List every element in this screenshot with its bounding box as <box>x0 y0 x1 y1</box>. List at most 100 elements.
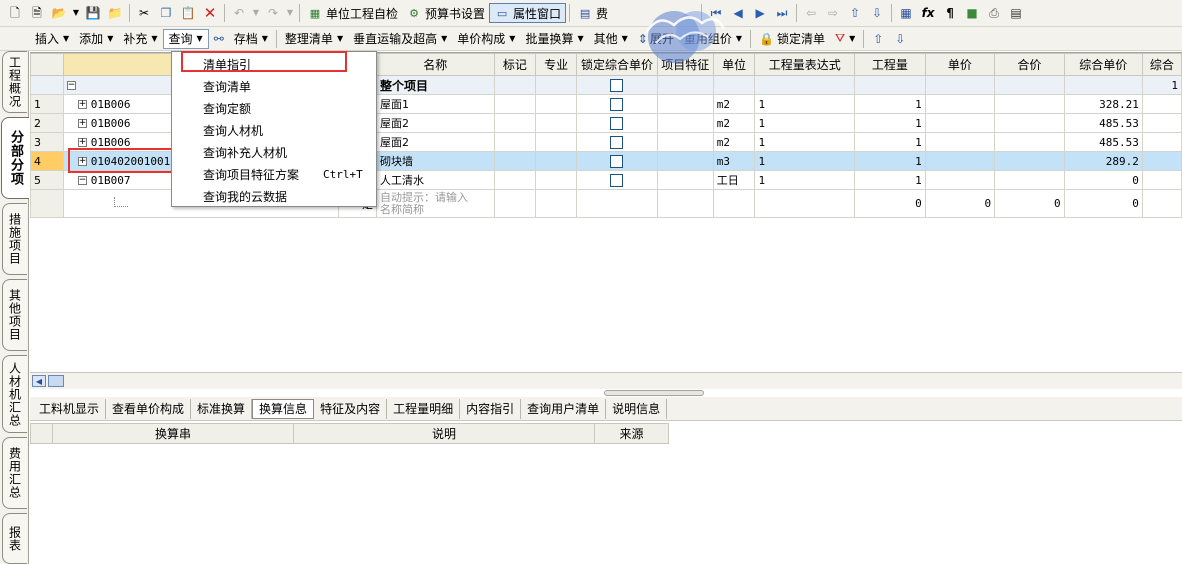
mark-cell[interactable] <box>493 151 537 171</box>
comp-total-cell[interactable] <box>1141 189 1182 218</box>
new-template-icon[interactable]: 🗎 <box>28 4 46 22</box>
name-cell[interactable]: 屋面2 <box>375 132 495 152</box>
delete-icon[interactable]: ✕ <box>201 4 219 22</box>
dropdown-arrow-icon[interactable]: ▼ <box>252 4 260 22</box>
header-expr[interactable]: 工程量表达式 <box>754 53 856 76</box>
feature-cell[interactable] <box>656 189 714 218</box>
export-folder-icon[interactable]: 📁 <box>106 4 124 22</box>
header-mark[interactable]: 标记 <box>493 53 537 76</box>
header-unit[interactable]: 单位 <box>712 53 756 76</box>
price-cell[interactable] <box>924 75 996 95</box>
unit-cell[interactable]: m2 <box>712 94 756 114</box>
menu-item-query-quota[interactable]: 查询定额 <box>172 98 376 120</box>
expr-cell[interactable]: 1 <box>754 113 856 133</box>
save-icon[interactable]: 💾 <box>84 4 102 22</box>
feature-cell[interactable] <box>656 132 714 152</box>
budget-settings-button[interactable]: ⚙ 预算书设置 <box>402 3 489 23</box>
insert-menu[interactable]: 插入 ▼ <box>30 29 74 49</box>
tab-content-guide[interactable]: 内容指引 <box>460 398 522 419</box>
self-check-button[interactable]: ▦ 单位工程自检 <box>303 3 402 23</box>
name-cell[interactable]: 砌块墙 <box>375 151 495 171</box>
tab-view-unit-price[interactable]: 查看单价构成 <box>106 398 192 419</box>
archive-menu[interactable]: 存档 ▼ <box>229 29 273 49</box>
name-cell[interactable]: 屋面1 <box>375 94 495 114</box>
expand-icon[interactable]: + <box>77 138 87 147</box>
binoculars-button[interactable]: ⚯ <box>209 29 229 49</box>
comp-price-cell[interactable]: 0 <box>1063 189 1143 218</box>
lock-price-checkbox[interactable] <box>610 173 624 187</box>
price-cell[interactable] <box>924 170 996 190</box>
lock-cell[interactable] <box>576 94 658 114</box>
side-tab-reports[interactable]: 报表 <box>2 513 27 564</box>
tab-quantity-detail[interactable]: 工程量明细 <box>387 398 461 419</box>
expr-cell[interactable] <box>754 189 856 218</box>
collapse-icon[interactable]: − <box>66 81 76 90</box>
lock-cell[interactable] <box>576 170 658 190</box>
unit-cell[interactable]: 工日 <box>712 170 756 190</box>
dropdown-arrow-icon[interactable]: ▼ <box>72 4 80 22</box>
group-price-menu[interactable]: 重用组价 ▼ <box>679 29 747 49</box>
comp-price-cell[interactable]: 328.21 <box>1063 94 1143 114</box>
tab-user-list[interactable]: 查询用户清单 <box>521 398 607 419</box>
cube-icon[interactable]: ■ <box>963 4 981 22</box>
qty-cell[interactable]: 1 <box>854 151 926 171</box>
lock-price-checkbox[interactable] <box>610 154 624 168</box>
expand-icon[interactable]: + <box>77 157 87 166</box>
dropdown-arrow-icon[interactable]: ▼ <box>286 4 294 22</box>
specialty-cell[interactable] <box>535 113 578 133</box>
lock-cell[interactable] <box>576 151 658 171</box>
side-tab-other-items[interactable]: 其他项目 <box>2 279 27 351</box>
tab-standard-convert[interactable]: 标准换算 <box>191 398 253 419</box>
expr-cell[interactable] <box>754 75 856 95</box>
horizontal-scrollbar[interactable]: ◀ <box>30 372 1182 389</box>
feature-cell[interactable] <box>656 75 714 95</box>
header-feature[interactable]: 项目特征 <box>656 53 714 76</box>
name-cell[interactable]: 自动提示：请输入名称简称 <box>375 189 495 218</box>
calculator-icon[interactable]: ▦ <box>897 4 915 22</box>
lock-cell[interactable] <box>576 132 658 152</box>
feature-cell[interactable] <box>656 94 714 114</box>
tab-labor-material-display[interactable]: 工料机显示 <box>33 398 107 419</box>
previous-record-icon[interactable]: ◀ <box>729 4 747 22</box>
open-folder-icon[interactable]: 📂 <box>50 4 68 22</box>
lock-cell[interactable] <box>576 189 658 218</box>
price-cell[interactable] <box>924 132 996 152</box>
move-down-icon[interactable]: ⇩ <box>891 30 909 48</box>
arrow-right-icon[interactable]: ⇨ <box>824 4 842 22</box>
menu-item-query-materials[interactable]: 查询人材机 <box>172 120 376 142</box>
comp-total-cell[interactable] <box>1141 170 1182 190</box>
menu-item-query-list[interactable]: 查询清单 <box>172 76 376 98</box>
comp-price-cell[interactable] <box>1063 75 1143 95</box>
paste-icon[interactable]: 📋 <box>179 4 197 22</box>
organize-list-menu[interactable]: 整理清单 ▼ <box>280 29 348 49</box>
comp-total-cell[interactable] <box>1141 113 1182 133</box>
query-menu[interactable]: 查询 ▼ <box>162 28 209 49</box>
total-cell[interactable] <box>994 132 1065 152</box>
comp-price-cell[interactable]: 289.2 <box>1063 151 1143 171</box>
header-price[interactable]: 单价 <box>924 53 996 76</box>
side-tab-overview[interactable]: 工程概况 <box>2 51 27 113</box>
menu-item-query-supplement-materials[interactable]: 查询补充人材机 <box>172 142 376 164</box>
qty-cell[interactable] <box>854 75 926 95</box>
lock-price-checkbox[interactable] <box>610 116 624 130</box>
total-cell[interactable] <box>994 151 1065 171</box>
unit-cell[interactable]: m2 <box>712 113 756 133</box>
lock-cell[interactable] <box>576 113 658 133</box>
menu-item-query-cloud-data[interactable]: 查询我的云数据 <box>172 186 376 208</box>
name-cell[interactable]: 整个项目 <box>375 75 495 95</box>
lock-cell[interactable] <box>576 75 658 95</box>
first-record-icon[interactable]: ⏮ <box>707 4 725 22</box>
price-cell[interactable] <box>924 113 996 133</box>
name-cell[interactable]: 屋面2 <box>375 113 495 133</box>
header-lock-price[interactable]: 锁定综合单价 <box>576 53 658 76</box>
unit-cell[interactable]: m3 <box>712 151 756 171</box>
side-tab-materials[interactable]: 人材机汇总 <box>2 355 27 433</box>
next-record-icon[interactable]: ▶ <box>751 4 769 22</box>
specialty-cell[interactable] <box>535 170 578 190</box>
header-qty[interactable]: 工程量 <box>854 53 926 76</box>
expr-cell[interactable]: 1 <box>754 151 856 171</box>
specialty-cell[interactable] <box>535 151 578 171</box>
redo-icon[interactable]: ↷ <box>264 4 282 22</box>
qty-cell[interactable]: 0 <box>854 189 926 218</box>
total-cell[interactable] <box>994 170 1065 190</box>
